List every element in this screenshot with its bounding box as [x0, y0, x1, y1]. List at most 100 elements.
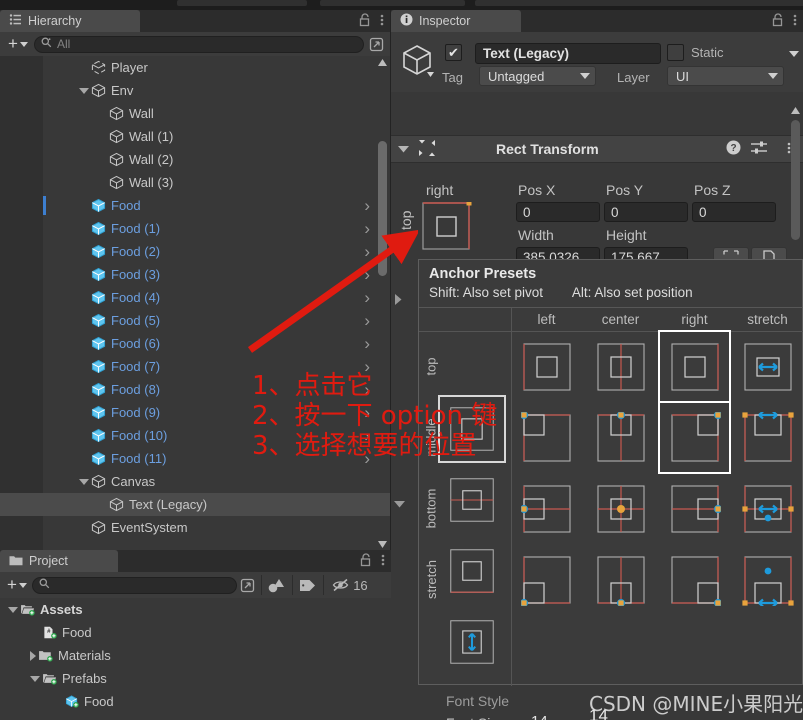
prefab-icon	[65, 695, 79, 708]
lock-open-icon[interactable]	[359, 12, 371, 30]
hierarchy-item-food[interactable]: Food ›	[0, 194, 390, 217]
foldout-expanded-icon[interactable]	[30, 675, 40, 682]
open-in-new-icon[interactable]	[238, 576, 258, 595]
open-prefab-chevron-icon[interactable]: ›	[364, 334, 370, 354]
project-item-assets[interactable]: Assets	[0, 598, 391, 621]
static-dropdown-caret-icon[interactable]	[789, 51, 799, 57]
foldout-expanded-icon[interactable]	[79, 478, 89, 485]
project-search-input[interactable]	[31, 576, 237, 594]
hidden-count-button[interactable]: 16	[327, 576, 373, 595]
scroll-down-icon[interactable]	[377, 538, 388, 550]
anchor-preset-middle-center[interactable]	[585, 402, 656, 473]
help-icon[interactable]: ?	[726, 140, 741, 158]
preset-icon[interactable]	[751, 140, 767, 158]
shapes-filter-icon[interactable]	[265, 576, 289, 595]
component-foldout-icon[interactable]	[398, 142, 409, 156]
open-prefab-chevron-icon[interactable]: ›	[364, 242, 370, 262]
hierarchy-scrollbar[interactable]	[377, 56, 388, 550]
project-search-field[interactable]	[54, 578, 230, 592]
kebab-menu-icon[interactable]	[381, 553, 385, 570]
open-prefab-chevron-icon[interactable]: ›	[364, 219, 370, 239]
create-asset-button[interactable]: +	[3, 576, 31, 594]
kebab-menu-icon[interactable]	[793, 13, 797, 30]
foldout-expanded-icon[interactable]	[8, 606, 18, 613]
anchor-preset-top-center[interactable]	[585, 331, 656, 402]
toolbar-group-2[interactable]	[320, 0, 465, 6]
anchor-preset-stretch-center[interactable]	[585, 544, 656, 615]
hierarchy-item-wall-1[interactable]: Wall (1)	[0, 125, 390, 148]
hierarchy-item-canvas[interactable]: Canvas	[0, 470, 390, 493]
object-name-field[interactable]: Text (Legacy)	[475, 43, 661, 64]
kebab-menu-icon[interactable]	[380, 13, 384, 30]
object-enabled-checkbox[interactable]	[445, 44, 462, 61]
project-item-food[interactable]: Food	[0, 690, 391, 713]
lock-open-icon[interactable]	[772, 12, 784, 30]
hierarchy-item-env[interactable]: Env	[0, 79, 390, 102]
hierarchy-item-wall-3[interactable]: Wall (3)	[0, 171, 390, 194]
project-item-food[interactable]: # Food	[0, 621, 391, 644]
hierarchy-item-text-legacy[interactable]: Text (Legacy)	[0, 493, 390, 516]
add-gameobject-button[interactable]: +	[4, 35, 32, 53]
rect-transform-header[interactable]: Rect Transform ?	[391, 135, 803, 163]
open-prefab-chevron-icon[interactable]: ›	[364, 311, 370, 331]
hierarchy-scroll-thumb[interactable]	[378, 141, 387, 276]
anchor-preset-top-stretch[interactable]	[732, 331, 803, 402]
anchor-preset-bottom-left[interactable]	[511, 473, 582, 544]
hierarchy-item-wall-2[interactable]: Wall (2)	[0, 148, 390, 171]
layer-dropdown[interactable]: UI	[667, 66, 784, 86]
open-prefab-chevron-icon[interactable]: ›	[364, 288, 370, 308]
label-tag-icon[interactable]	[296, 576, 320, 595]
scroll-up-icon[interactable]	[377, 56, 388, 68]
anchor-preset-top-left[interactable]	[511, 331, 582, 402]
foldout-expanded-icon[interactable]	[79, 87, 89, 94]
pos-z-input[interactable]: 0	[692, 202, 776, 222]
lock-open-icon[interactable]	[360, 552, 372, 570]
pos-x-input[interactable]: 0	[516, 202, 600, 222]
project-item-materials[interactable]: Materials	[0, 644, 391, 667]
anchor-presets-grid[interactable]: left center right stretch top middle bottom str…	[419, 308, 803, 686]
tab-hierarchy[interactable]: Hierarchy	[0, 10, 140, 32]
tag-dropdown[interactable]: Untagged	[479, 66, 596, 86]
hierarchy-item-player[interactable]: Player	[0, 56, 390, 79]
project-item-prefabs[interactable]: Prefabs	[0, 667, 391, 690]
open-prefab-chevron-icon[interactable]: ›	[364, 196, 370, 216]
foldout-collapsed-icon[interactable]	[394, 294, 402, 308]
scroll-up-icon[interactable]	[790, 104, 801, 116]
anchor-preset-stretch-right[interactable]	[659, 544, 730, 615]
anchor-horizontal-label: right	[426, 182, 454, 198]
anchor-preset-middle-right[interactable]	[658, 401, 731, 474]
open-prefab-chevron-icon[interactable]: ›	[364, 265, 370, 285]
hierarchy-search-field[interactable]	[56, 37, 357, 51]
hierarchy-item-food-1[interactable]: Food (1) ›	[0, 217, 390, 240]
static-checkbox[interactable]	[667, 44, 684, 61]
anchor-preset-middle-left[interactable]	[511, 402, 582, 473]
anchor-preset-bottom-stretch[interactable]	[732, 473, 803, 544]
open-in-new-icon[interactable]	[366, 35, 386, 54]
anchor-preset-button[interactable]	[422, 200, 472, 252]
toolbar-group-3[interactable]	[475, 0, 803, 6]
pos-y-input[interactable]: 0	[604, 202, 688, 222]
hierarchy-item-wall[interactable]: Wall	[0, 102, 390, 125]
inspector-scroll-thumb[interactable]	[791, 120, 800, 240]
foldout-expanded-icon[interactable]	[394, 497, 405, 511]
hierarchy-item-food-2[interactable]: Food (2) ›	[0, 240, 390, 263]
toolbar-group-1[interactable]	[177, 0, 307, 6]
tab-inspector[interactable]: Inspector	[391, 10, 521, 32]
anchor-presets-popup[interactable]: Anchor Presets Shift: Also set pivot Alt…	[418, 259, 803, 686]
anchor-preset-bottom-right[interactable]	[659, 473, 730, 544]
hierarchy-item-food-5[interactable]: Food (5) ›	[0, 309, 390, 332]
hierarchy-item-food-3[interactable]: Food (3) ›	[0, 263, 390, 286]
anchor-preset-top-right[interactable]	[658, 330, 731, 403]
tab-project[interactable]: Project	[0, 550, 118, 572]
foldout-collapsed-icon[interactable]	[30, 650, 36, 661]
anchor-preset-stretch-left[interactable]	[511, 544, 582, 615]
hierarchy-search-input[interactable]	[33, 35, 364, 53]
anchor-preset-stretch-stretch[interactable]	[732, 544, 803, 615]
project-tree[interactable]: Assets # Food Materials Prefabs Food	[0, 598, 391, 720]
hierarchy-item-eventsystem[interactable]: EventSystem	[0, 516, 390, 539]
hierarchy-item-food-6[interactable]: Food (6) ›	[0, 332, 390, 355]
anchor-preset-bottom-center[interactable]	[585, 473, 656, 544]
anchor-preset-middle-stretch[interactable]	[732, 402, 803, 473]
hierarchy-tree[interactable]: Player Env Wall Wall (1) Wall (2) Wall (3) Foo…	[0, 56, 390, 550]
hierarchy-item-food-4[interactable]: Food (4) ›	[0, 286, 390, 309]
